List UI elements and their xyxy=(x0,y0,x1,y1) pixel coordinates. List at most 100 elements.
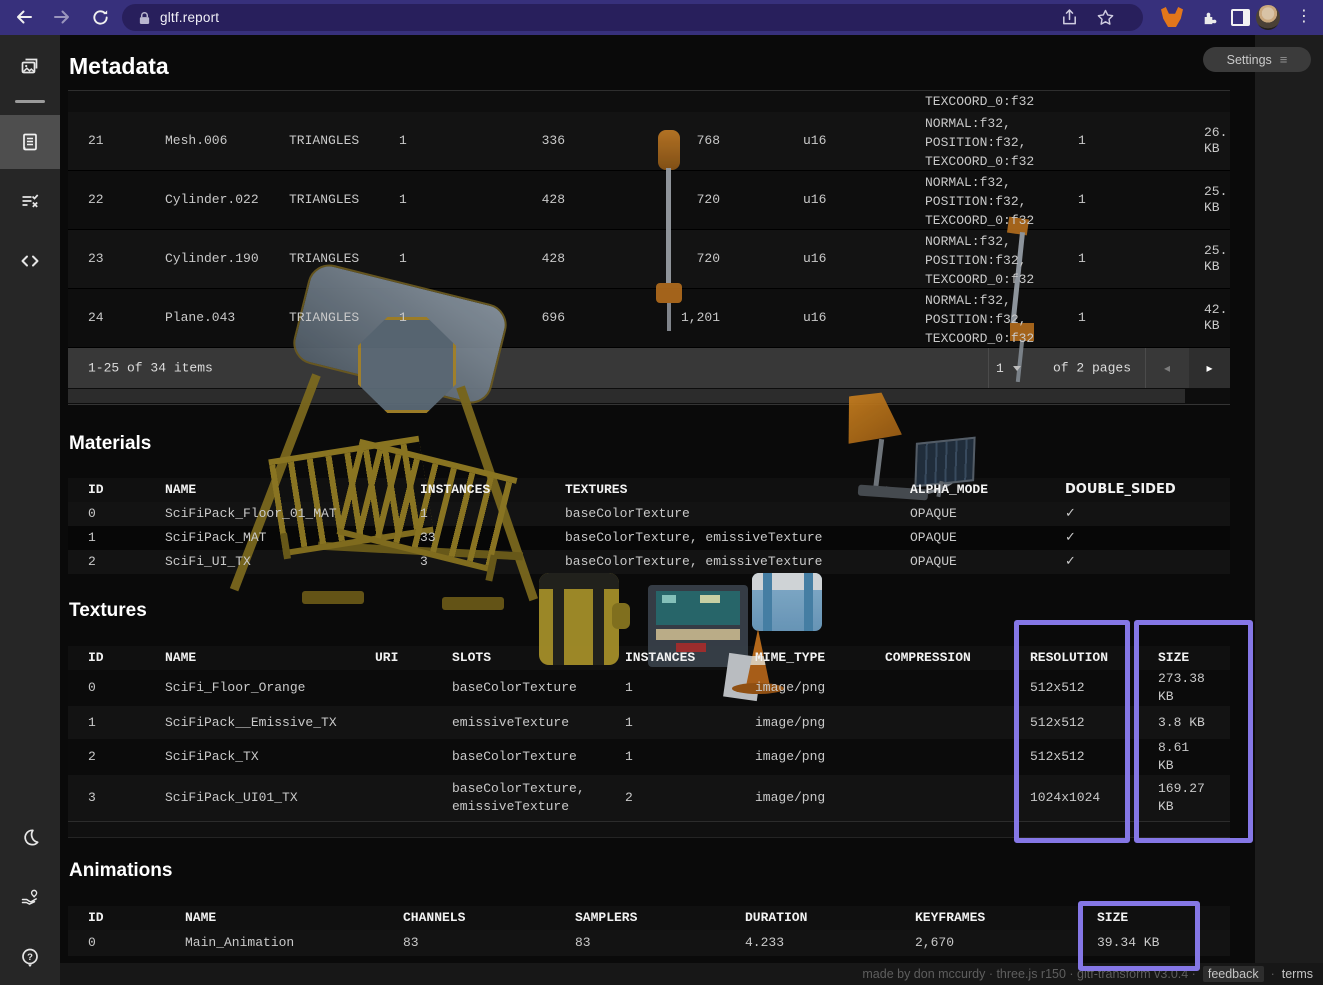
cell-indices: 720 xyxy=(565,251,720,267)
cell-instances: 1 xyxy=(1078,251,1086,267)
cell-resolution: 512x512 xyxy=(1030,680,1085,696)
cell-vertices: 428 xyxy=(445,192,565,208)
cell-size: 8.61 KB xyxy=(1158,739,1210,775)
next-icon: ▸ xyxy=(1206,361,1212,375)
cell-id: 0 xyxy=(88,506,96,522)
list-check-icon xyxy=(19,190,41,212)
cell-name: Mesh.006 xyxy=(165,133,227,149)
col-name: NAME xyxy=(185,910,216,926)
url-bar[interactable]: gltf.report xyxy=(122,4,1143,31)
textures-header-row: ID NAME URI SLOTS INSTANCES MIME_TYPE CO… xyxy=(68,646,1230,670)
share-icon[interactable] xyxy=(1057,5,1081,29)
cell-id: 1 xyxy=(88,715,96,731)
cell-mode: TRIANGLES xyxy=(289,192,359,208)
sidebar-item-theme[interactable] xyxy=(0,814,60,860)
report-panel: Metadata Settings ≡ TEXCOORD_0:f32 21 Me… xyxy=(60,35,1323,985)
cell-indices: 1,201 xyxy=(565,310,720,326)
next-page-button[interactable]: ▸ xyxy=(1189,348,1230,388)
metamask-extension-icon[interactable] xyxy=(1160,5,1184,29)
horizontal-scrollbar xyxy=(68,388,1230,405)
cell-channels: 83 xyxy=(403,935,419,951)
scrollbar-thumb[interactable] xyxy=(68,389,1185,403)
sidebar-item-report[interactable] xyxy=(0,119,60,165)
extensions-puzzle-icon[interactable] xyxy=(1196,5,1220,29)
cell-resolution: 512x512 xyxy=(1030,749,1085,765)
animations-heading: Animations xyxy=(69,860,172,882)
sidebar-item-help[interactable]: ? xyxy=(0,934,60,980)
profile-avatar[interactable] xyxy=(1256,5,1280,29)
cell-name: Cylinder.022 xyxy=(165,192,259,208)
cell-primitives: 1 xyxy=(399,310,407,326)
url-text[interactable]: gltf.report xyxy=(160,10,219,25)
pages-label: of 2 pages xyxy=(1053,361,1131,376)
sidebar-item-scene[interactable] xyxy=(0,43,60,89)
col-compression: COMPRESSION xyxy=(885,650,971,666)
terms-link[interactable]: terms xyxy=(1282,967,1313,981)
cell-attributes: NORMAL:f32, POSITION:f32, TEXCOORD_0:f32 xyxy=(925,232,1047,289)
chevron-down-icon xyxy=(1013,366,1021,371)
bookmark-star-icon[interactable] xyxy=(1093,5,1117,29)
cell-samplers: 83 xyxy=(575,935,591,951)
scene-object-cooler xyxy=(752,573,822,631)
cell-index-type: u16 xyxy=(803,192,826,208)
cell-mode: TRIANGLES xyxy=(289,251,359,267)
col-samplers: SAMPLERS xyxy=(575,910,637,926)
reload-icon[interactable] xyxy=(88,5,112,29)
cell-primitives: 1 xyxy=(399,192,407,208)
cell-attributes: NORMAL:f32, POSITION:f32, TEXCOORD_0:f32 xyxy=(925,114,1047,171)
col-resolution: RESOLUTION xyxy=(1030,650,1108,666)
hand-heart-icon xyxy=(19,886,41,908)
pagination-range: 1-25 of 34 items xyxy=(88,361,213,376)
col-instances: INSTANCES xyxy=(420,482,490,498)
animation-row: 0 Main_Animation 83 83 4.233 2,670 39.34… xyxy=(68,930,1230,956)
cell-attributes: NORMAL:f32, POSITION:f32, TEXCOORD_0:f32 xyxy=(925,173,1047,230)
back-icon[interactable] xyxy=(12,5,36,29)
cell-indices: 768 xyxy=(565,133,720,149)
page-select[interactable]: 1 xyxy=(996,348,1021,388)
cell-instances: 1 xyxy=(625,715,633,731)
cell-name: Main_Animation xyxy=(185,935,294,951)
materials-heading: Materials xyxy=(69,433,151,455)
material-row: 2 SciFi_UI_TX 3 baseColorTexture, emissi… xyxy=(68,550,1230,574)
cell-id: 1 xyxy=(88,530,96,546)
sidebar-divider xyxy=(15,100,45,103)
mesh-row-partial: TEXCOORD_0:f32 xyxy=(68,90,1230,112)
cell-mime-type: image/png xyxy=(755,749,825,765)
cell-slots: emissiveTexture xyxy=(452,714,597,732)
menu-dots-icon[interactable]: ⋮ xyxy=(1292,5,1316,29)
cell-slots: baseColorTexture, emissiveTexture xyxy=(452,780,597,816)
settings-button[interactable]: Settings ≡ xyxy=(1203,47,1311,72)
cell-keyframes: 2,670 xyxy=(915,935,954,951)
settings-label: Settings xyxy=(1227,53,1272,67)
cell-name: SciFiPack_MAT xyxy=(165,530,266,546)
feedback-link[interactable]: feedback xyxy=(1203,966,1264,982)
prev-page-button[interactable]: ◂ xyxy=(1145,348,1189,388)
cell-id: 2 xyxy=(88,749,96,765)
cell-name: Cylinder.190 xyxy=(165,251,259,267)
col-name: NAME xyxy=(165,482,196,498)
cell-id: 0 xyxy=(88,935,96,951)
col-keyframes: KEYFRAMES xyxy=(915,910,985,926)
report-icon xyxy=(19,131,41,153)
pagination-divider xyxy=(988,348,989,388)
sidebar-item-code[interactable] xyxy=(0,238,60,284)
cell-index-type: u16 xyxy=(803,251,826,267)
cell-name: SciFiPack_TX xyxy=(165,749,259,765)
sidebar-item-donate[interactable] xyxy=(0,874,60,920)
lock-icon xyxy=(138,11,151,25)
cell-id: 0 xyxy=(88,680,96,696)
texture-row: 1 SciFiPack__Emissive_TX emissiveTexture… xyxy=(68,706,1230,739)
side-panel-icon[interactable] xyxy=(1228,5,1252,29)
cell-double-sided: ✓ xyxy=(1065,554,1076,570)
cell-instances: 1 xyxy=(1078,310,1086,326)
cell-instances: 1 xyxy=(625,680,633,696)
cell-name: SciFiPack_UI01_TX xyxy=(165,790,298,806)
sidebar-item-validation[interactable] xyxy=(0,178,60,224)
cell-size: 25. KB xyxy=(1204,243,1250,275)
footer-separator: · xyxy=(1271,967,1275,981)
footer: made by don mccurdy · three.js r150 · gl… xyxy=(60,963,1323,985)
texture-row: 0 SciFi_Floor_Orange baseColorTexture 1 … xyxy=(68,670,1230,706)
cell-id: 2 xyxy=(88,554,96,570)
col-alpha-mode: ALPHA_MODE xyxy=(910,482,988,498)
forward-icon[interactable] xyxy=(50,5,74,29)
